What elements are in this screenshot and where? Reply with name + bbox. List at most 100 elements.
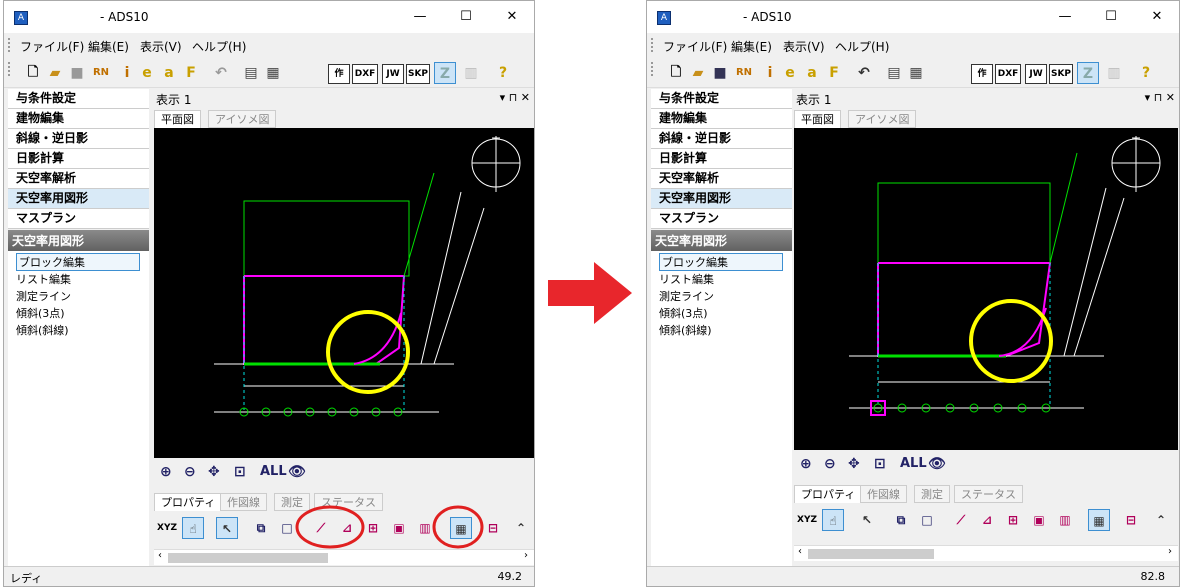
nav-building-edit[interactable]: 建物編集 (651, 109, 792, 129)
help-icon[interactable]: ? (1135, 62, 1157, 84)
menu-file[interactable]: ファイル(F) (20, 38, 84, 55)
nav-slant-line[interactable]: 斜線・逆日影 (8, 129, 149, 149)
list-item-slope-line[interactable]: 傾斜(斜線) (659, 322, 712, 338)
scroll-left-icon[interactable]: ‹ (798, 546, 802, 557)
dxf-button[interactable]: DXF (995, 64, 1021, 84)
chart-icon[interactable]: ▥ (1054, 509, 1076, 531)
nav-conditions[interactable]: 与条件設定 (8, 89, 149, 109)
maximize-button[interactable]: ☐ (446, 5, 486, 29)
building-icon[interactable]: ▥ (1103, 62, 1125, 84)
menu-help[interactable]: ヘルプ(H) (192, 38, 246, 55)
view-controls[interactable]: ▾ ⊓ ✕ (500, 91, 530, 104)
undo-icon[interactable]: ↶ (210, 62, 232, 84)
drawing-canvas[interactable] (154, 128, 534, 458)
close-button[interactable]: ✕ (492, 5, 532, 29)
z-button[interactable]: Z (434, 62, 456, 84)
eye-icon[interactable]: 👁 (288, 461, 306, 483)
scroll-right-icon[interactable]: › (1168, 546, 1172, 557)
horizontal-scrollbar[interactable]: ‹ › (794, 545, 1178, 561)
help-icon[interactable]: ? (492, 62, 514, 84)
tab-isometric[interactable]: アイソメ図 (208, 110, 277, 128)
scroll-up-icon[interactable]: ⌃ (1150, 509, 1172, 531)
menu-file[interactable]: ファイル(F) (663, 38, 727, 55)
rn-icon[interactable]: RN (90, 62, 112, 84)
scroll-right-icon[interactable]: › (524, 550, 528, 561)
print-icon[interactable]: ▤ (240, 62, 262, 84)
slope-point-icon[interactable]: ⊿ (976, 509, 998, 531)
minimize-button[interactable]: — (400, 5, 440, 29)
line-point-icon[interactable]: ⟋ (950, 509, 972, 531)
nav-shadow-calc[interactable]: 日影計算 (8, 149, 149, 169)
view-controls[interactable]: ▾ ⊓ ✕ (1145, 91, 1175, 104)
save-icon[interactable]: ■ (66, 62, 88, 84)
scroll-left-icon[interactable]: ‹ (158, 550, 162, 561)
zoom-all-button[interactable]: ALL (260, 461, 287, 483)
list-item-measure-line[interactable]: 測定ライン (659, 288, 714, 304)
zoom-window-icon[interactable]: ⊡ (874, 453, 886, 475)
menu-view[interactable]: 表示(V) (140, 38, 182, 55)
list-item-slope-3pt[interactable]: 傾斜(3点) (659, 305, 708, 321)
zoom-all-button[interactable]: ALL (900, 453, 927, 475)
list-item-list-edit[interactable]: リスト編集 (16, 271, 71, 287)
new-file-icon[interactable]: 🗋 (665, 62, 687, 84)
print-icon[interactable]: ▤ (883, 62, 905, 84)
z-button[interactable]: Z (1077, 62, 1099, 84)
nav-slant-line[interactable]: 斜線・逆日影 (651, 129, 792, 149)
rectangle-icon[interactable]: □ (916, 509, 938, 531)
menu-edit[interactable]: 編集(E) (731, 38, 772, 55)
nav-sky-figure[interactable]: 天空率用図形 (8, 189, 149, 209)
eye-icon[interactable]: 👁 (928, 453, 946, 475)
info-icon[interactable]: i (116, 62, 138, 84)
tab-plan[interactable]: 平面図 (794, 110, 841, 128)
span-icon[interactable]: ⊞ (1002, 509, 1024, 531)
preview-icon[interactable]: ▦ (905, 62, 927, 84)
e-icon[interactable]: e (136, 62, 158, 84)
zoom-in-icon[interactable]: ⊕ (800, 453, 812, 475)
skp-button[interactable]: SKP (1049, 64, 1073, 84)
tab-status[interactable]: ステータス (954, 485, 1023, 503)
maximize-button[interactable]: ☐ (1091, 5, 1131, 29)
e-icon[interactable]: e (779, 62, 801, 84)
scroll-thumb[interactable] (808, 549, 934, 559)
block-3d-icon[interactable]: ▣ (1028, 509, 1050, 531)
tab-measure[interactable]: 測定 (914, 485, 950, 503)
zoom-window-icon[interactable]: ⊡ (234, 461, 246, 483)
new-file-icon[interactable]: 🗋 (22, 62, 44, 84)
preview-icon[interactable]: ▦ (262, 62, 284, 84)
open-folder-icon[interactable]: ▰ (44, 62, 66, 84)
f-icon[interactable]: F (823, 62, 845, 84)
nav-sky-analysis[interactable]: 天空率解析 (8, 169, 149, 189)
menu-view[interactable]: 表示(V) (783, 38, 825, 55)
jw-button[interactable]: JW (382, 64, 404, 84)
zoom-in-icon[interactable]: ⊕ (160, 461, 172, 483)
menu-help[interactable]: ヘルプ(H) (835, 38, 889, 55)
list-item-block-edit[interactable]: ブロック編集 (16, 253, 140, 271)
move-block-icon[interactable]: ⊟ (1120, 509, 1142, 531)
building-icon[interactable]: ▥ (460, 62, 482, 84)
nav-sky-analysis[interactable]: 天空率解析 (651, 169, 792, 189)
nav-mass-plan[interactable]: マスプラン (651, 209, 792, 229)
jw-button[interactable]: JW (1025, 64, 1047, 84)
list-item-block-edit[interactable]: ブロック編集 (659, 253, 783, 271)
horizontal-scrollbar[interactable]: ‹ › (154, 549, 534, 565)
nav-shadow-calc[interactable]: 日影計算 (651, 149, 792, 169)
drawing-canvas[interactable] (794, 128, 1178, 450)
dxf-button[interactable]: DXF (352, 64, 378, 84)
f-icon[interactable]: F (180, 62, 202, 84)
list-item-slope-3pt[interactable]: 傾斜(3点) (16, 305, 65, 321)
rn-icon[interactable]: RN (733, 62, 755, 84)
nav-sky-figure[interactable]: 天空率用図形 (651, 189, 792, 209)
nav-mass-plan[interactable]: マスプラン (8, 209, 149, 229)
save-icon[interactable]: ■ (709, 62, 731, 84)
zoom-out-icon[interactable]: ⊖ (824, 453, 836, 475)
tab-properties[interactable]: プロパティ (794, 485, 863, 503)
create-button[interactable]: 作 (971, 64, 993, 84)
open-folder-icon[interactable]: ▰ (687, 62, 709, 84)
pan-icon[interactable]: ✥ (208, 461, 220, 483)
menu-edit[interactable]: 編集(E) (88, 38, 129, 55)
a-icon[interactable]: a (801, 62, 823, 84)
nav-conditions[interactable]: 与条件設定 (651, 89, 792, 109)
scroll-thumb[interactable] (168, 553, 328, 563)
create-button[interactable]: 作 (328, 64, 350, 84)
skp-button[interactable]: SKP (406, 64, 430, 84)
